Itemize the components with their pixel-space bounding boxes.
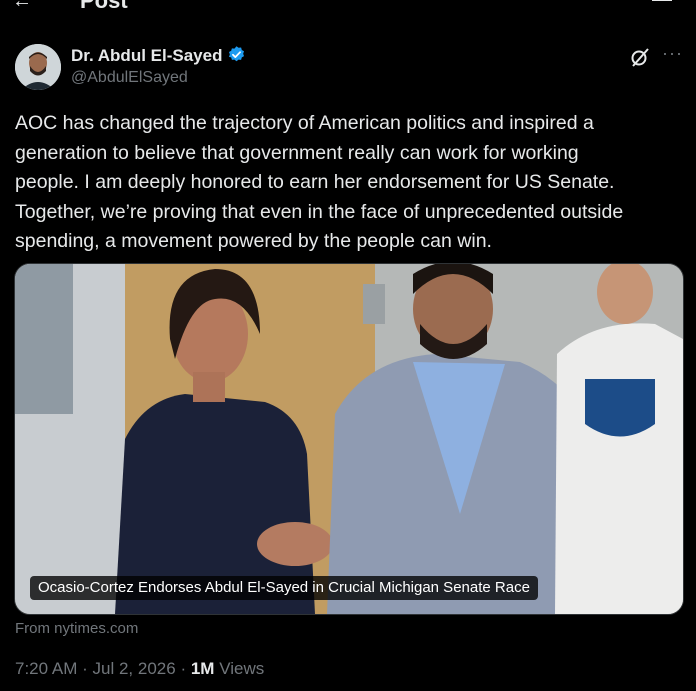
link-card[interactable]	[14, 263, 684, 615]
verified-badge-icon	[229, 46, 245, 62]
post-text: AOC has changed the trajectory of Americ…	[15, 112, 624, 252]
card-source[interactable]: From nytimes.com	[15, 620, 138, 637]
meta-separator: ·	[82, 659, 88, 678]
author-name[interactable]: Dr. Abdul El-Sayed	[71, 45, 246, 66]
views-count[interactable]: 1M	[191, 659, 215, 678]
post-time[interactable]: 7:20 AM	[15, 659, 77, 678]
back-arrow-icon[interactable]: ←	[12, 0, 32, 13]
author-handle[interactable]: @AbdulElSayed	[71, 69, 188, 87]
more-options-icon[interactable]: ···	[662, 43, 683, 64]
top-bar: ← Post	[0, 0, 696, 14]
reader-icon[interactable]	[652, 0, 672, 4]
post-meta: 7:20 AM · Jul 2, 2026 · 1M Views	[15, 659, 264, 679]
card-caption[interactable]: Ocasio-Cortez Endorses Abdul El-Sayed in…	[30, 576, 538, 600]
grok-icon[interactable]	[629, 46, 651, 68]
meta-separator: ·	[180, 659, 187, 678]
post-date[interactable]: Jul 2, 2026	[93, 659, 176, 678]
card-photo	[15, 264, 683, 614]
avatar[interactable]	[15, 44, 61, 90]
views-label: Views	[219, 659, 265, 678]
page-title: Post	[80, 0, 128, 13]
